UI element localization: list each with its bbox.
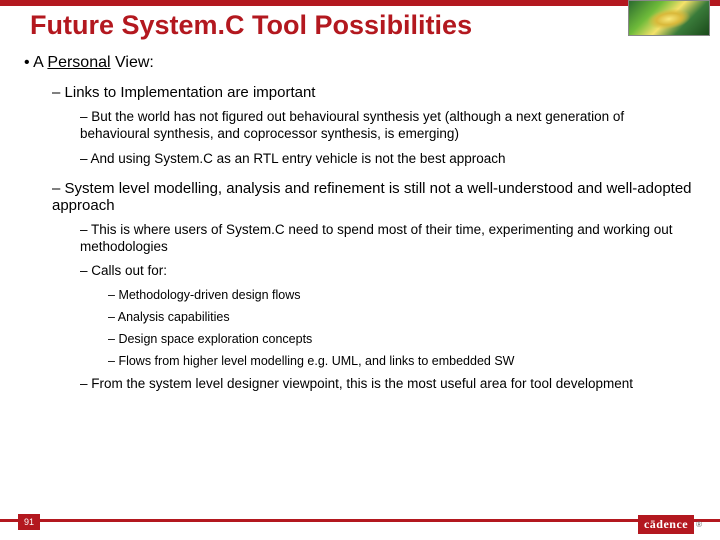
corner-decorative-image: [628, 0, 710, 36]
intro-underlined: Personal: [47, 54, 110, 71]
point-2a: This is where users of System.C need to …: [80, 222, 696, 256]
point-1b-text: And using System.C as an RTL entry vehic…: [91, 151, 506, 166]
cadence-logo-text: cādence: [638, 515, 694, 534]
point-2b1: Methodology-driven design flows: [108, 288, 696, 302]
page-number: 91: [18, 514, 40, 530]
point-2b2: Analysis capabilities: [108, 310, 696, 324]
point-2b-text: Calls out for:: [91, 263, 167, 278]
point-2b3-text: Design space exploration concepts: [118, 332, 312, 346]
point-2b: Calls out for:: [80, 263, 696, 280]
point-2b4: Flows from higher level modelling e.g. U…: [108, 354, 696, 368]
point-1: Links to Implementation are important: [52, 84, 696, 101]
registered-mark-icon: ®: [696, 520, 702, 529]
point-2-text: System level modelling, analysis and ref…: [52, 180, 692, 214]
top-accent-bar: [0, 0, 720, 6]
point-2b1-text: Methodology-driven design flows: [118, 288, 300, 302]
point-2: System level modelling, analysis and ref…: [52, 180, 696, 214]
point-1a-text: But the world has not figured out behavi…: [80, 109, 624, 141]
intro-suffix: View:: [111, 54, 154, 71]
slide-title: Future System.C Tool Possibilities: [30, 10, 472, 41]
point-2b4-text: Flows from higher level modelling e.g. U…: [118, 354, 514, 368]
intro-line: A Personal View:: [24, 54, 696, 72]
slide-body: A Personal View: Links to Implementation…: [24, 50, 696, 397]
point-2b2-text: Analysis capabilities: [118, 310, 230, 324]
point-1b: And using System.C as an RTL entry vehic…: [80, 151, 696, 168]
point-2c-text: From the system level designer viewpoint…: [91, 376, 633, 391]
intro-prefix: A: [33, 54, 47, 71]
point-1a: But the world has not figured out behavi…: [80, 109, 696, 143]
footer-accent-bar: [0, 519, 720, 522]
point-2b3: Design space exploration concepts: [108, 332, 696, 346]
slide: Future System.C Tool Possibilities A Per…: [0, 0, 720, 540]
cadence-logo: cādence ®: [638, 515, 702, 534]
point-2c: From the system level designer viewpoint…: [80, 376, 696, 393]
point-1-text: Links to Implementation are important: [65, 84, 316, 101]
point-2a-text: This is where users of System.C need to …: [80, 222, 673, 254]
